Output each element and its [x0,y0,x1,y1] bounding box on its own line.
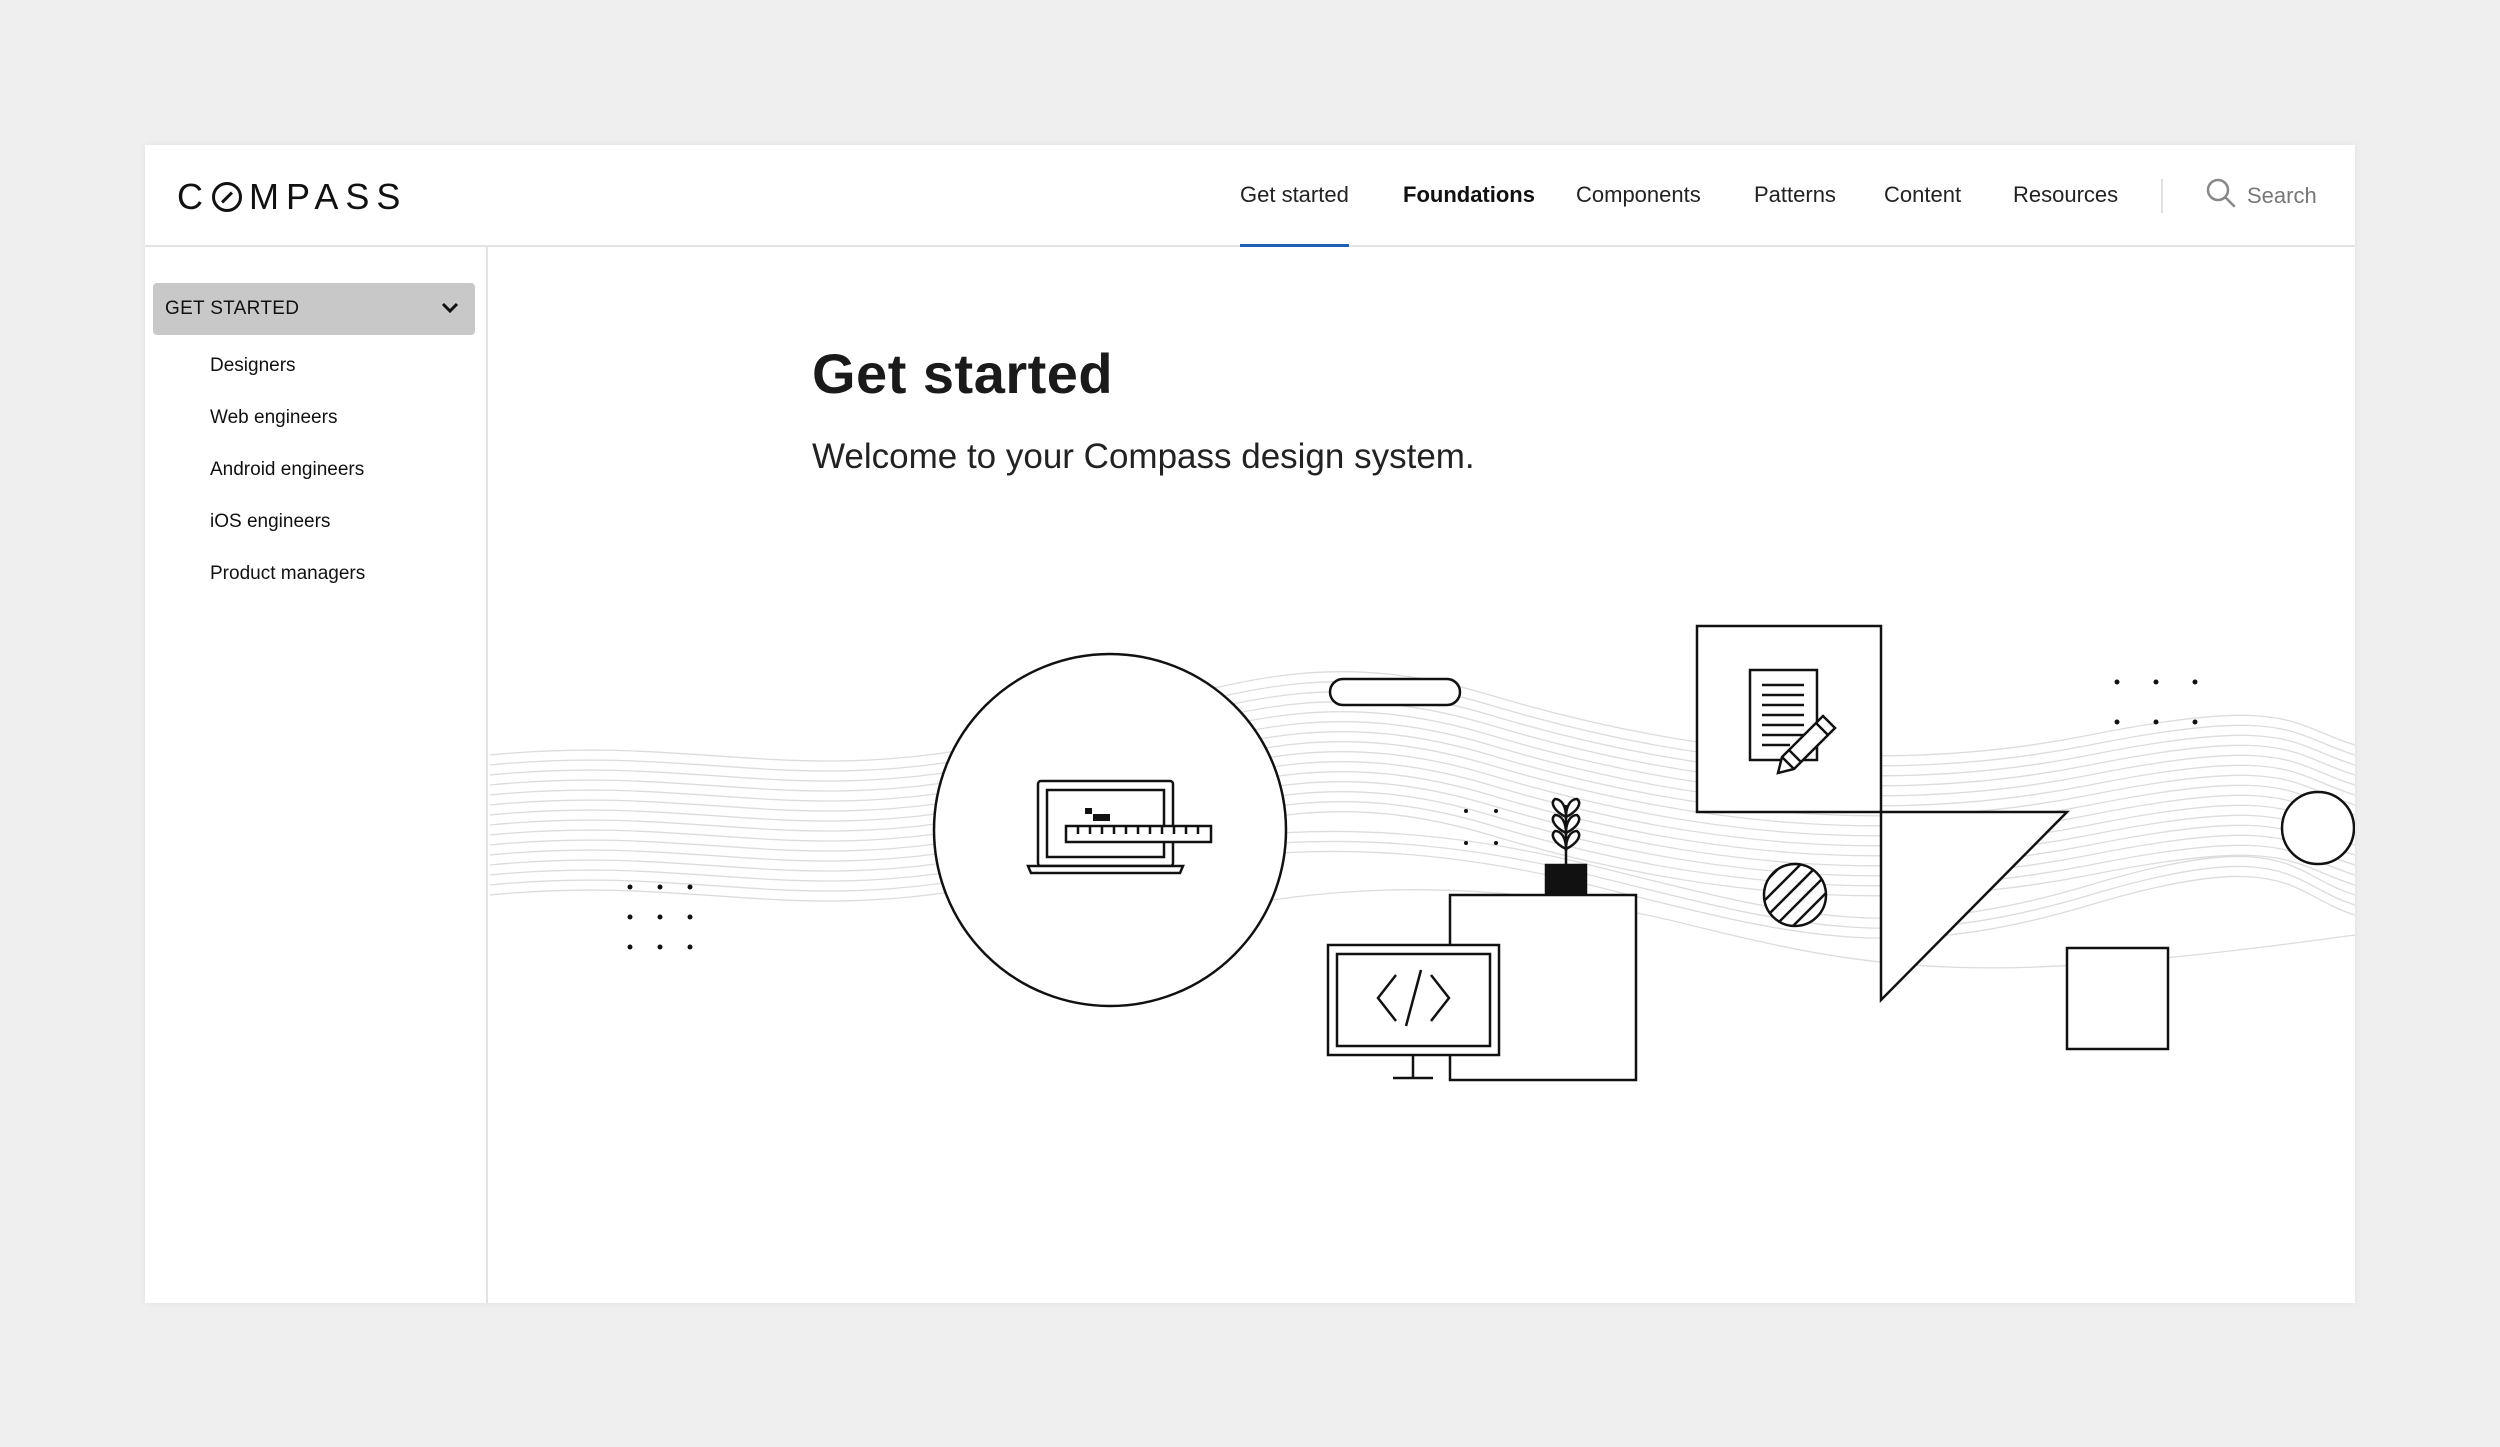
chevron-down-icon [441,298,459,320]
nav-patterns[interactable]: Patterns [1754,145,1836,245]
logo-compass-o-icon [212,182,242,212]
triangle-shape [1879,810,2070,1004]
nav-resources[interactable]: Resources [2013,145,2118,245]
sidebar-item-web-engineers[interactable]: Web engineers [210,407,337,429]
nav-foundations[interactable]: Foundations [1403,145,1535,245]
page-subtitle: Welcome to your Compass design system. [812,437,1475,476]
sidebar-item-designers[interactable]: Designers [210,355,296,377]
nav-get-started[interactable]: Get started [1240,145,1349,247]
pill-shape [1328,677,1462,707]
page-title: Get started [812,342,1114,405]
sidebar-section-label: GET STARTED [165,298,300,319]
logo-text-rest: MPASS [249,176,408,217]
search-box[interactable]: Search [2205,177,2317,215]
search-label: Search [2247,183,2317,208]
plant-icon [1544,797,1588,897]
hero-illustration [490,624,2355,1082]
compass-logo[interactable]: C MPASS [177,176,408,217]
nav-components[interactable]: Components [1576,145,1701,245]
dot-grid-middle [1464,809,1498,845]
sidebar-item-ios-engineers[interactable]: iOS engineers [210,511,330,533]
top-navigation-bar: C MPASS Get started Foundations Component… [145,145,2355,247]
search-icon [2205,177,2247,215]
sidebar-item-android-engineers[interactable]: Android engineers [210,459,364,481]
small-square [2065,946,2170,1051]
sidebar-section-get-started[interactable]: GET STARTED [153,283,475,335]
nav-divider [2161,179,2163,213]
small-circle [2280,790,2355,866]
logo-text-c: C [177,176,210,217]
nav-content[interactable]: Content [1884,145,1961,245]
sidebar: GET STARTED Designers Web engineers Andr… [145,247,488,1303]
app-window: C MPASS Get started Foundations Component… [145,145,2355,1303]
sidebar-item-product-managers[interactable]: Product managers [210,563,365,585]
background-waves [490,671,2355,969]
dot-grid-right [2114,679,2198,725]
